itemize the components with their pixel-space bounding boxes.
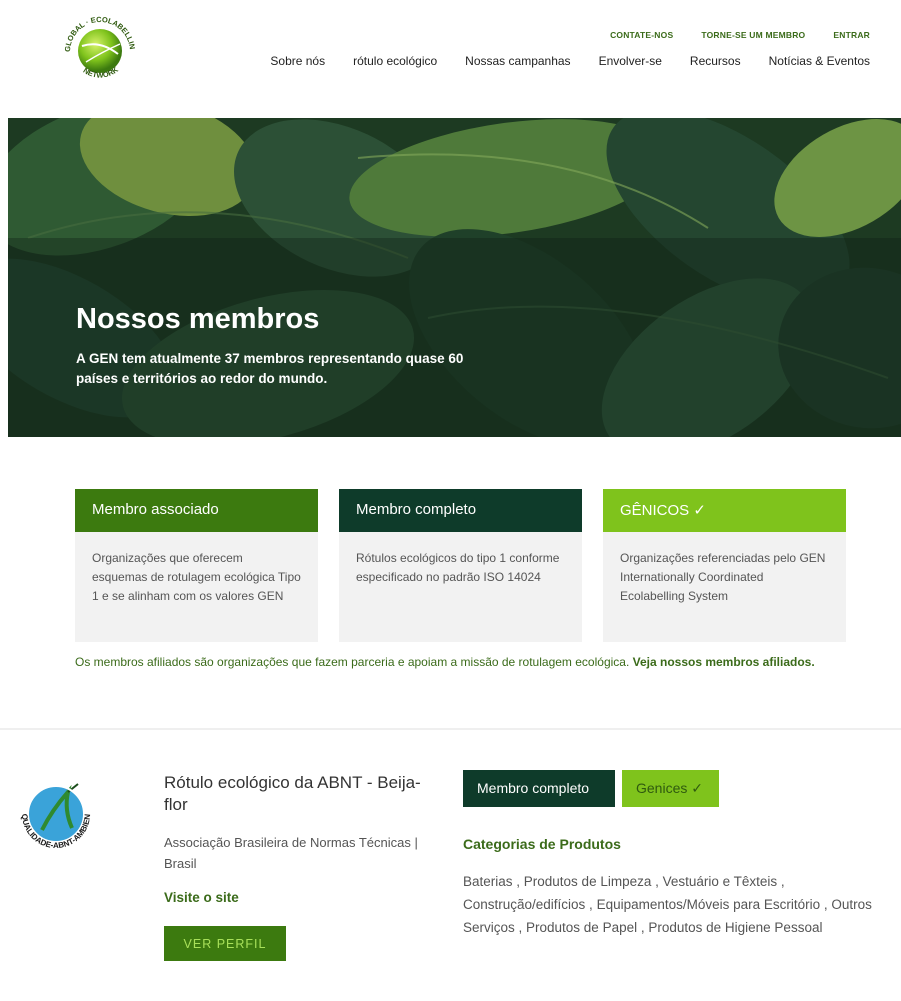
utility-links: CONTATE-NOS TORNE-SE UM MEMBRO ENTRAR bbox=[610, 30, 870, 40]
hero-subtitle: A GEN tem atualmente 37 membros represen… bbox=[76, 351, 464, 386]
nav-campaigns[interactable]: Nossas campanhas bbox=[465, 54, 570, 68]
product-categories-list: Baterias , Produtos de Limpeza , Vestuár… bbox=[463, 874, 872, 935]
hummingbird-icon: QUALIDADE-ABNT-AMBIENTAL bbox=[9, 763, 92, 850]
affiliates-link[interactable]: Veja nossos membros afiliados. bbox=[633, 655, 815, 669]
card-full-member[interactable]: Membro completo Rótulos ecológicos do ti… bbox=[339, 489, 582, 642]
card-title: Membro completo bbox=[339, 489, 582, 532]
gen-logo[interactable]: GLOBAL · ECOLABELLING NETWORK bbox=[55, 3, 142, 90]
card-title: Membro associado bbox=[75, 489, 318, 532]
nav-resources[interactable]: Recursos bbox=[690, 54, 741, 68]
page-title: Nossos membros bbox=[76, 303, 320, 335]
member-name: Rótulo ecológico da ABNT - Beija-flor bbox=[164, 773, 421, 814]
main-nav: Sobre nós rótulo ecológico Nossas campan… bbox=[270, 54, 870, 68]
nav-get-involved[interactable]: Envolver-se bbox=[599, 54, 662, 68]
card-description: Organizações que oferecem esquemas de ro… bbox=[92, 551, 301, 603]
member-type-cards: Membro associado Organizações que oferec… bbox=[75, 489, 846, 642]
card-genics[interactable]: GÊNICOS ✓ Organizações referenciadas pel… bbox=[603, 489, 846, 642]
affiliates-text: Os membros afiliados são organizações qu… bbox=[75, 655, 633, 669]
hero-banner: Nossos membros A GEN tem atualmente 37 m… bbox=[8, 118, 901, 437]
product-categories-title: Categorias de Produtos bbox=[463, 836, 621, 852]
card-description: Organizações referenciadas pelo GEN Inte… bbox=[620, 551, 826, 603]
section-divider bbox=[0, 728, 901, 730]
nav-about[interactable]: Sobre nós bbox=[270, 54, 325, 68]
contact-link[interactable]: CONTATE-NOS bbox=[610, 30, 673, 40]
become-member-link[interactable]: TORNE-SE UM MEMBRO bbox=[701, 30, 805, 40]
card-associate-member[interactable]: Membro associado Organizações que oferec… bbox=[75, 489, 318, 642]
visit-site-link[interactable]: Visite o site bbox=[164, 890, 239, 905]
member-organization: Associação Brasileira de Normas Técnicas… bbox=[164, 835, 418, 871]
site-header: GLOBAL · ECOLABELLING NETWORK CONTATE-NO… bbox=[0, 0, 901, 118]
globe-icon: GLOBAL · ECOLABELLING NETWORK bbox=[55, 3, 137, 80]
card-description: Rótulos ecológicos do tipo 1 conforme es… bbox=[356, 551, 560, 584]
hero-overlay bbox=[8, 238, 901, 437]
full-member-badge: Membro completo bbox=[463, 770, 615, 807]
view-profile-button[interactable]: VER PERFIL bbox=[164, 926, 286, 961]
affiliates-note: Os membros afiliados são organizações qu… bbox=[75, 653, 845, 672]
nav-ecolabel[interactable]: rótulo ecológico bbox=[353, 54, 437, 68]
card-title: GÊNICOS ✓ bbox=[603, 489, 846, 532]
login-link[interactable]: ENTRAR bbox=[833, 30, 870, 40]
abnt-member-logo: QUALIDADE-ABNT-AMBIENTAL bbox=[9, 763, 100, 858]
genics-badge: Genices ✓ bbox=[622, 770, 719, 807]
nav-news-events[interactable]: Notícias & Eventos bbox=[769, 54, 870, 68]
